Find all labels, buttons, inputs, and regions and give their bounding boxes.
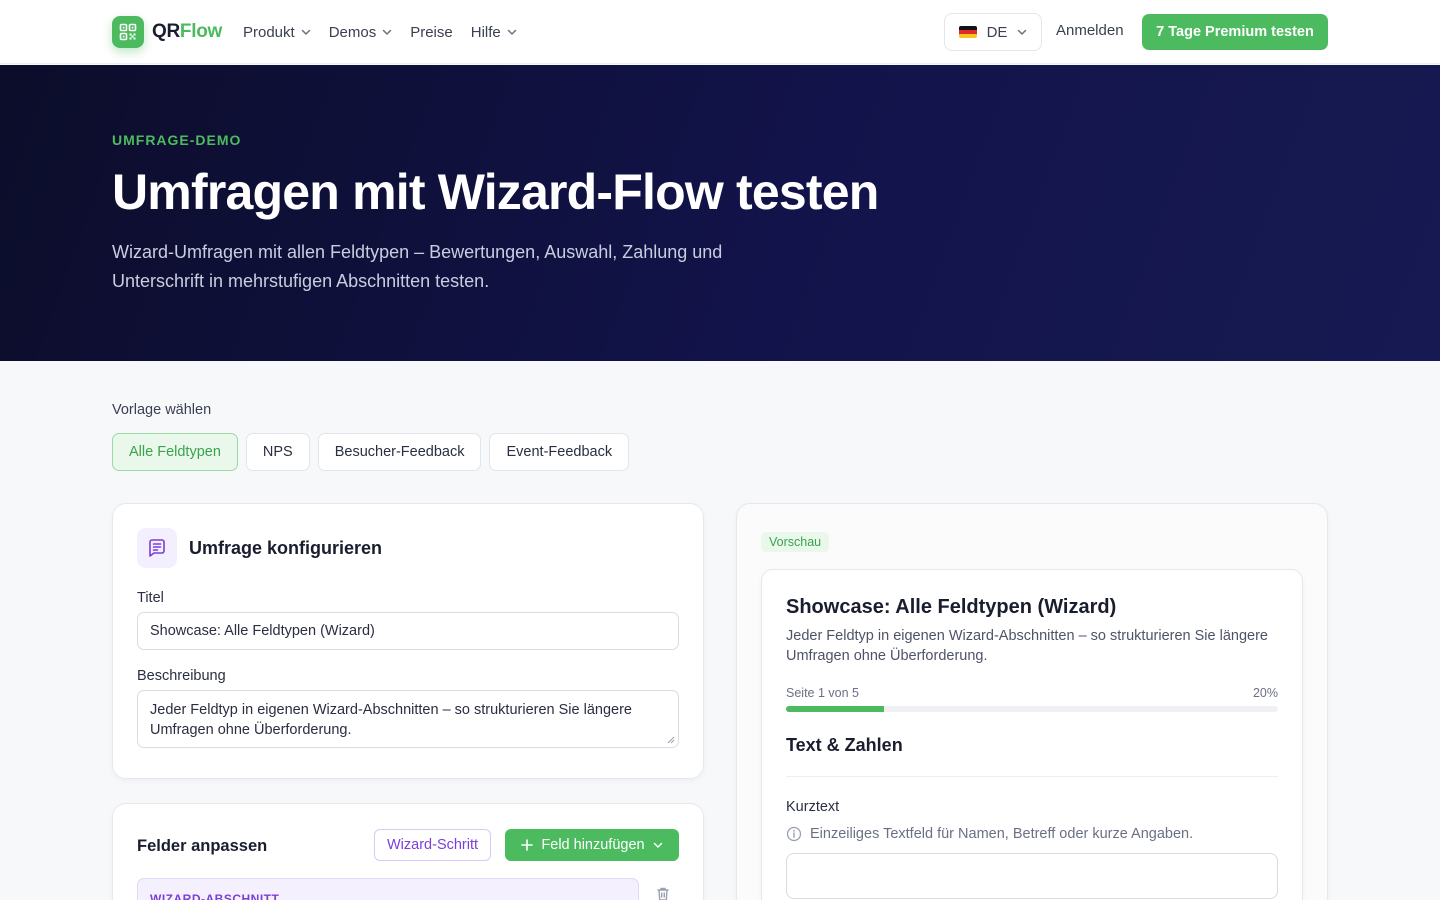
description-label: Beschreibung — [137, 668, 226, 684]
card-header: Umfrage konfigurieren — [137, 528, 382, 568]
logo-text-accent: Flow — [179, 21, 222, 42]
add-field-button[interactable]: Feld hinzufügen — [505, 829, 679, 861]
main-menu: Produkt Demos Preise Hilfe — [243, 0, 517, 64]
plus-icon — [521, 839, 534, 851]
info-icon — [786, 826, 802, 842]
chevron-down-icon — [382, 29, 392, 35]
preview-title: Showcase: Alle Feldtypen (Wizard) — [786, 596, 1117, 618]
fields-card-title: Felder anpassen — [137, 837, 268, 855]
divider — [786, 776, 1278, 777]
survey-preview: Showcase: Alle Feldtypen (Wizard) Jeder … — [761, 569, 1303, 900]
add-wizard-step-button[interactable]: Wizard-Schritt — [374, 829, 492, 861]
qr-code-icon — [112, 16, 144, 48]
template-chip-visitor-feedback[interactable]: Besucher-Feedback — [317, 433, 482, 471]
preview-card: Vorschau Showcase: Alle Feldtypen (Wizar… — [736, 503, 1328, 900]
hero-subtitle: Wizard-Umfragen mit allen Feldtypen – Be… — [112, 242, 723, 291]
wizard-section-label: WIZARD-ABSCHNITT — [150, 892, 280, 900]
page-indicator: Seite 1 von 5 — [786, 686, 859, 700]
preview-description: Jeder Feldtyp in eigenen Wizard-Abschnit… — [786, 628, 1268, 664]
logo-text: QRFlow — [152, 21, 222, 43]
fields-card: Felder anpassen Wizard-Schritt Feld hinz… — [112, 803, 704, 900]
description-textarea[interactable]: Jeder Feldtyp in eigenen Wizard-Abschnit… — [137, 690, 679, 748]
language-selector[interactable]: DE — [944, 13, 1042, 51]
nav-item-hilfe[interactable]: Hilfe — [471, 24, 517, 41]
nav-item-demos[interactable]: Demos — [329, 24, 393, 41]
template-picker-label: Vorlage wählen — [112, 402, 212, 418]
premium-trial-button[interactable]: 7 Tage Premium testen — [1142, 14, 1328, 50]
hero-section: UMFRAGE-DEMO Umfragen mit Wizard-Flow te… — [0, 65, 1440, 361]
title-input[interactable]: Showcase: Alle Feldtypen (Wizard) — [137, 612, 679, 650]
chevron-down-icon — [1018, 29, 1027, 35]
top-navigation: QRFlow Produkt Demos Preise Hilfe DE Anm… — [0, 0, 1440, 64]
description-text: Jeder Feldtyp in eigenen Wizard-Abschnit… — [150, 702, 632, 738]
nav-item-label: Preise — [410, 23, 453, 41]
short-text-input[interactable] — [786, 853, 1278, 899]
template-picker: Alle Feldtypen NPS Besucher-Feedback Eve… — [112, 433, 630, 471]
field-help: Einzeiliges Textfeld für Namen, Betreff … — [786, 826, 1193, 842]
chevron-down-icon — [507, 29, 517, 35]
nav-item-label: Demos — [328, 23, 377, 41]
card-title: Umfrage konfigurieren — [189, 537, 383, 558]
add-field-label: Feld hinzufügen — [541, 837, 645, 853]
survey-config-card: Umfrage konfigurieren Titel Showcase: Al… — [112, 503, 704, 779]
template-chip-all-fields[interactable]: Alle Feldtypen — [112, 433, 238, 471]
nav-item-label: Produkt — [243, 23, 295, 41]
language-label: DE — [986, 23, 1008, 41]
form-icon — [137, 528, 177, 568]
field-help-text: Einzeiliges Textfeld für Namen, Betreff … — [810, 826, 1194, 842]
section-title: Text & Zahlen — [786, 735, 903, 755]
nav-item-label: Hilfe — [470, 23, 501, 41]
progress-bar-fill — [786, 706, 885, 712]
trash-icon[interactable] — [655, 886, 671, 900]
progress-percent: 20% — [1252, 686, 1278, 700]
hero-kicker: UMFRAGE-DEMO — [112, 132, 242, 148]
wizard-section-row[interactable]: WIZARD-ABSCHNITT — [137, 878, 639, 900]
template-chip-nps[interactable]: NPS — [245, 433, 310, 471]
german-flag-icon — [958, 26, 977, 38]
title-label: Titel — [137, 590, 164, 606]
logo[interactable]: QRFlow — [112, 16, 222, 48]
progress-bar — [786, 706, 1278, 712]
resize-handle-icon[interactable] — [667, 736, 675, 744]
page-title: Umfragen mit Wizard-Flow testen — [112, 164, 879, 220]
preview-badge: Vorschau — [761, 532, 830, 552]
nav-item-preise[interactable]: Preise — [410, 24, 453, 41]
logo-text-primary: QR — [152, 21, 180, 42]
login-link[interactable]: Anmelden — [1056, 22, 1124, 39]
chevron-down-icon — [653, 842, 662, 848]
template-chip-event-feedback[interactable]: Event-Feedback — [489, 433, 630, 471]
nav-item-produkt[interactable]: Produkt — [243, 24, 311, 41]
chevron-down-icon — [301, 29, 310, 35]
field-label: Kurztext — [786, 799, 840, 815]
